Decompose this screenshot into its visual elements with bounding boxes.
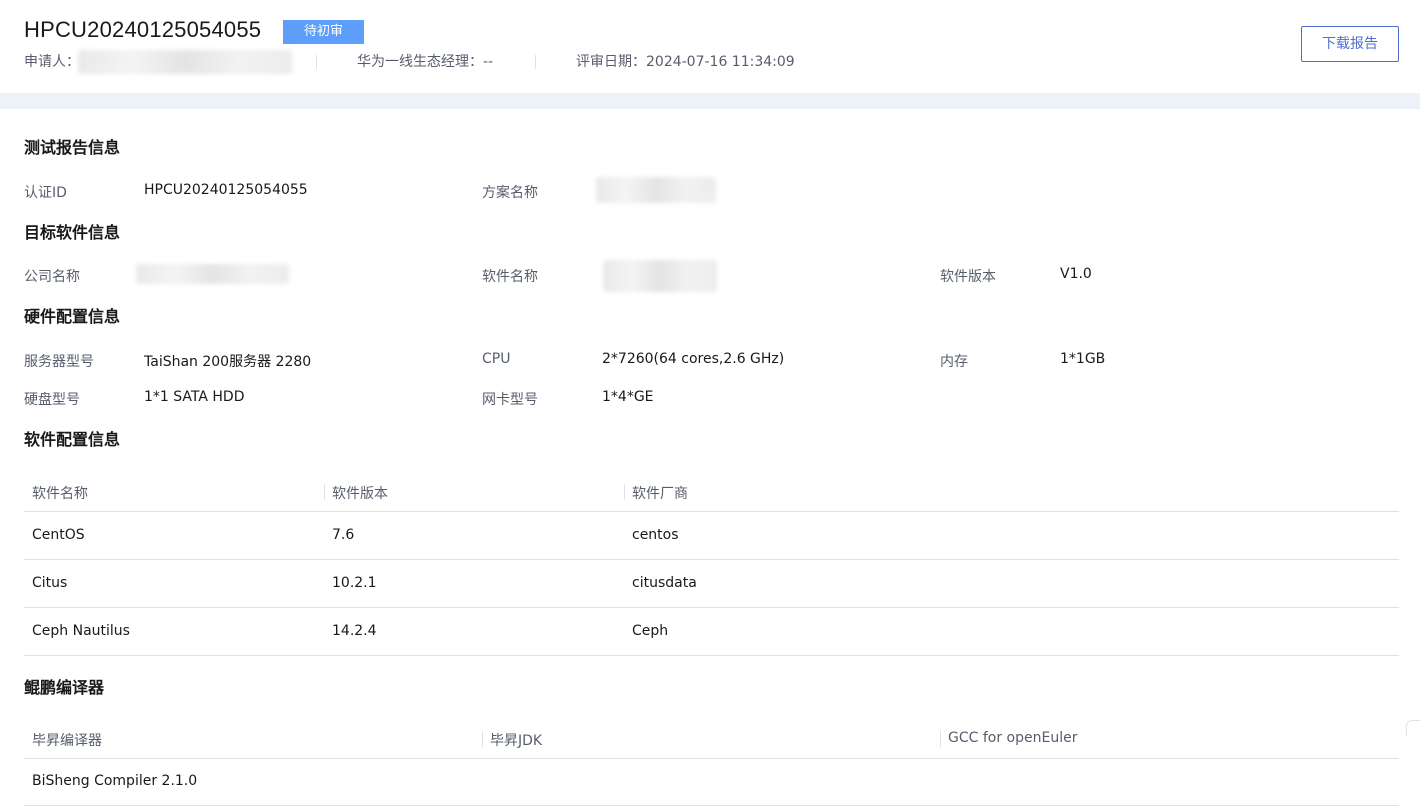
software-version-label: 软件版本 bbox=[940, 269, 996, 285]
table-cell: 7.6 bbox=[332, 527, 355, 543]
table-cell: 10.2.1 bbox=[332, 575, 377, 591]
page-title: HPCU20240125054055 bbox=[24, 17, 262, 42]
column-divider bbox=[624, 484, 625, 500]
cpu-value: 2*7260(64 cores,2.6 GHz) bbox=[602, 351, 785, 367]
meta-divider bbox=[535, 55, 536, 69]
table-cell: Citus bbox=[32, 575, 68, 591]
disk-value: 1*1 SATA HDD bbox=[144, 389, 245, 405]
software-config-table: 软件名称 软件版本 软件厂商 CentOS 7.6 centos Citus 1… bbox=[24, 472, 1399, 656]
table-cell: citusdata bbox=[632, 575, 697, 591]
nic-label: 网卡型号 bbox=[482, 392, 538, 408]
page-header: HPCU20240125054055 待初审 申请人： 华为一线生态经理：-- … bbox=[0, 0, 1420, 93]
manager-label: 华为一线生态经理： bbox=[357, 54, 483, 70]
applicant-redacted bbox=[78, 50, 292, 74]
column-header: 毕昇编译器 bbox=[32, 733, 102, 749]
hardware-title: 硬件配置信息 bbox=[24, 307, 121, 326]
compiler-table: 毕昇编译器 毕昇JDK GCC for openEuler BiSheng Co… bbox=[24, 719, 1399, 806]
cert-id-value: HPCU20240125054055 bbox=[144, 182, 308, 198]
target-software-title: 目标软件信息 bbox=[24, 223, 121, 242]
applicant-meta: 申请人： bbox=[24, 53, 80, 71]
status-badge: 待初审 bbox=[283, 20, 364, 44]
disk-label: 硬盘型号 bbox=[24, 392, 80, 408]
review-date-value: 2024-07-16 11:34:09 bbox=[646, 54, 795, 70]
header-divider-band bbox=[0, 93, 1420, 109]
server-label: 服务器型号 bbox=[24, 354, 94, 370]
cert-id-label: 认证ID bbox=[24, 185, 67, 201]
applicant-label: 申请人： bbox=[24, 54, 80, 70]
plan-name-label: 方案名称 bbox=[482, 185, 538, 201]
plan-name-redacted bbox=[596, 177, 716, 203]
company-redacted bbox=[136, 264, 289, 284]
memory-value: 1*1GB bbox=[1060, 351, 1106, 367]
table-row: BiSheng Compiler 2.1.0 bbox=[24, 759, 1399, 806]
review-date-label: 评审日期： bbox=[576, 54, 646, 70]
scroll-indicator[interactable] bbox=[1406, 720, 1420, 736]
server-value: TaiShan 200服务器 2280 bbox=[144, 354, 312, 370]
download-report-button[interactable]: 下载报告 bbox=[1301, 26, 1399, 62]
table-row: Citus 10.2.1 citusdata bbox=[24, 560, 1399, 608]
manager-value: -- bbox=[483, 54, 494, 70]
column-header: 软件名称 bbox=[32, 486, 88, 502]
table-row: CentOS 7.6 centos bbox=[24, 512, 1399, 560]
column-divider bbox=[324, 484, 325, 500]
table-cell: BiSheng Compiler 2.1.0 bbox=[32, 773, 198, 789]
review-date-meta: 评审日期：2024-07-16 11:34:09 bbox=[576, 53, 795, 71]
table-header: 毕昇编译器 毕昇JDK GCC for openEuler bbox=[24, 719, 1399, 759]
column-header: 软件版本 bbox=[332, 486, 388, 502]
software-name-redacted bbox=[603, 260, 717, 292]
table-header: 软件名称 软件版本 软件厂商 bbox=[24, 472, 1399, 512]
table-cell: CentOS bbox=[32, 527, 85, 543]
column-header: 软件厂商 bbox=[632, 486, 688, 502]
software-name-label: 软件名称 bbox=[482, 269, 538, 285]
table-row: Ceph Nautilus 14.2.4 Ceph bbox=[24, 608, 1399, 656]
column-divider bbox=[940, 731, 941, 747]
table-cell: Ceph bbox=[632, 623, 669, 639]
manager-meta: 华为一线生态经理：-- bbox=[357, 53, 493, 71]
column-header: GCC for openEuler bbox=[948, 730, 1078, 746]
table-cell: 14.2.4 bbox=[332, 623, 377, 639]
memory-label: 内存 bbox=[940, 354, 968, 370]
meta-divider bbox=[316, 55, 317, 69]
report-info-title: 测试报告信息 bbox=[24, 138, 121, 157]
cpu-label: CPU bbox=[482, 351, 511, 367]
table-cell: Ceph Nautilus bbox=[32, 623, 130, 639]
nic-value: 1*4*GE bbox=[602, 389, 654, 405]
table-cell: centos bbox=[632, 527, 679, 543]
company-label: 公司名称 bbox=[24, 269, 80, 285]
software-config-title: 软件配置信息 bbox=[24, 430, 121, 449]
column-header: 毕昇JDK bbox=[490, 733, 543, 749]
compiler-title: 鲲鹏编译器 bbox=[24, 678, 105, 697]
software-version-value: V1.0 bbox=[1060, 266, 1092, 282]
column-divider bbox=[482, 731, 483, 747]
